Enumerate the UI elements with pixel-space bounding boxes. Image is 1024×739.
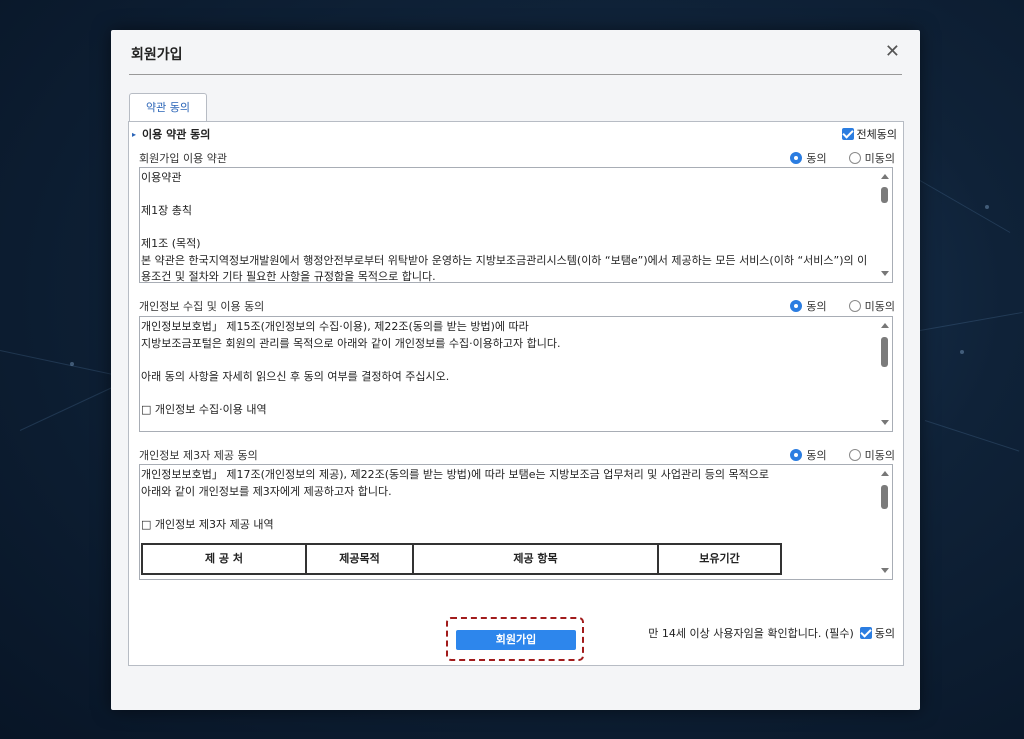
scrollbar[interactable] xyxy=(878,317,892,431)
third-party-radio-group: 동의 미동의 xyxy=(768,447,895,463)
third-party-label: 개인정보 제3자 제공 동의 xyxy=(139,449,258,462)
dialog-title: 회원가입 xyxy=(131,47,183,63)
privacy-collection-agree-radio[interactable]: 동의 xyxy=(790,298,827,314)
close-icon[interactable]: ✕ xyxy=(885,42,900,62)
radio-empty-icon xyxy=(848,449,861,461)
text-line: 본 약관은 한국지역정보개발원에서 행정안전부로부터 위탁받아 운영하는 지방보… xyxy=(141,253,868,267)
radio-empty-icon xyxy=(848,300,861,312)
all-agree-label: 전체동의 xyxy=(856,128,897,141)
radio-selected-icon xyxy=(790,300,803,312)
radio-label: 동의 xyxy=(806,152,827,165)
terms-of-use-agree-radio[interactable]: 동의 xyxy=(790,150,827,166)
terms-of-use-label: 회원가입 이용 약관 xyxy=(139,152,227,165)
scroll-down-icon[interactable] xyxy=(881,420,889,425)
age-confirm-text: 만 14세 이상 사용자임을 확인합니다. (필수) xyxy=(648,627,854,640)
scroll-up-icon[interactable] xyxy=(881,471,889,476)
table-header: 제공 항목 xyxy=(412,543,659,575)
third-party-textbox[interactable]: 개인정보보호법」 제17조(개인정보의 제공), 제22조(동의를 받는 방법)… xyxy=(139,464,893,580)
radio-label: 미동의 xyxy=(864,449,895,462)
provision-table: 제 공 처 제공목적 제공 항목 보유기간 xyxy=(141,543,782,575)
radio-label: 미동의 xyxy=(864,300,895,313)
checkbox-checked-icon xyxy=(841,128,854,140)
text-line: 지방보조금포털은 회원의 관리를 목적으로 아래와 같이 개인정보를 수집·이용… xyxy=(141,336,561,350)
text-line: 용조건 및 절차와 기타 필요한 사항을 규정함을 목적으로 합니다. xyxy=(141,270,436,283)
join-button[interactable]: 회원가입 xyxy=(456,630,576,650)
radio-empty-icon xyxy=(848,152,861,164)
age-confirm-label: 동의 xyxy=(874,627,895,640)
scrollbar[interactable] xyxy=(878,168,892,282)
scroll-down-icon[interactable] xyxy=(881,271,889,276)
text-line: 개인정보보호법」 제17조(개인정보의 제공), 제22조(동의를 받는 방법)… xyxy=(141,468,769,481)
third-party-agree-radio[interactable]: 동의 xyxy=(790,447,827,463)
age-confirm-checkbox[interactable] xyxy=(859,627,872,639)
table-header: 제 공 처 xyxy=(141,543,307,575)
terms-of-use-radio-group: 동의 미동의 xyxy=(768,150,895,166)
section-title-text: 이용 약관 동의 xyxy=(142,128,211,141)
tab-terms-agreement[interactable]: 약관 동의 xyxy=(129,93,207,122)
terms-of-use-textbox[interactable]: 이용약관 제1장 총칙 제1조 (목적) 본 약관은 한국지역정보개발원에서 행… xyxy=(139,167,893,283)
text-line: 아래 동의 사항을 자세히 읽으신 후 동의 여부를 결정하여 주십시오. xyxy=(141,369,450,383)
scrollbar[interactable] xyxy=(878,465,892,579)
text-line: □ 개인정보 수집·이용 내역 xyxy=(141,402,267,416)
age-confirm-row: 만 14세 이상 사용자임을 확인합니다. (필수) 동의 xyxy=(648,625,895,641)
privacy-collection-label: 개인정보 수집 및 이용 동의 xyxy=(139,300,265,313)
radio-selected-icon xyxy=(790,449,803,461)
privacy-collection-textbox[interactable]: 개인정보보호법」 제15조(개인정보의 수집·이용), 제22조(동의를 받는 … xyxy=(139,316,893,432)
radio-label: 미동의 xyxy=(864,152,895,165)
privacy-collection-radio-group: 동의 미동의 xyxy=(768,298,895,314)
third-party-disagree-radio[interactable]: 미동의 xyxy=(848,447,895,463)
terms-of-use-disagree-radio[interactable]: 미동의 xyxy=(848,150,895,166)
text-line: 개인정보보호법」 제15조(개인정보의 수집·이용), 제22조(동의를 받는 … xyxy=(141,320,529,333)
terms-panel: ▸ 이용 약관 동의 전체동의 회원가입 이용 약관 동의 미동의 이용약관 제1… xyxy=(128,121,904,666)
text-line: 제1조 (목적) xyxy=(141,237,201,250)
text-line: □ 개인정보 제3자 제공 내역 xyxy=(141,517,274,531)
scroll-thumb[interactable] xyxy=(881,485,888,509)
text-line: 아래와 같이 개인정보를 제3자에게 제공하고자 합니다. xyxy=(141,484,392,498)
text-line: 이용약관 xyxy=(141,171,182,184)
radio-label: 동의 xyxy=(806,449,827,462)
section-title: ▸ 이용 약관 동의 xyxy=(132,126,210,142)
privacy-collection-disagree-radio[interactable]: 미동의 xyxy=(848,298,895,314)
scroll-up-icon[interactable] xyxy=(881,174,889,179)
scroll-thumb[interactable] xyxy=(881,337,888,367)
text-line: 제1장 총칙 xyxy=(141,204,192,217)
join-button-highlight: 회원가입 xyxy=(446,617,584,661)
all-agree-checkbox[interactable]: 전체동의 xyxy=(841,126,897,142)
title-divider xyxy=(129,74,902,75)
section-marker-icon: ▸ xyxy=(132,130,137,139)
table-header: 제공목적 xyxy=(305,543,414,575)
radio-selected-icon xyxy=(790,152,803,164)
radio-label: 동의 xyxy=(806,300,827,313)
table-header: 보유기간 xyxy=(657,543,782,575)
scroll-up-icon[interactable] xyxy=(881,323,889,328)
signup-dialog: 회원가입 ✕ 약관 동의 ▸ 이용 약관 동의 전체동의 회원가입 이용 약관 동… xyxy=(111,30,920,710)
scroll-down-icon[interactable] xyxy=(881,568,889,573)
scroll-thumb[interactable] xyxy=(881,187,888,203)
